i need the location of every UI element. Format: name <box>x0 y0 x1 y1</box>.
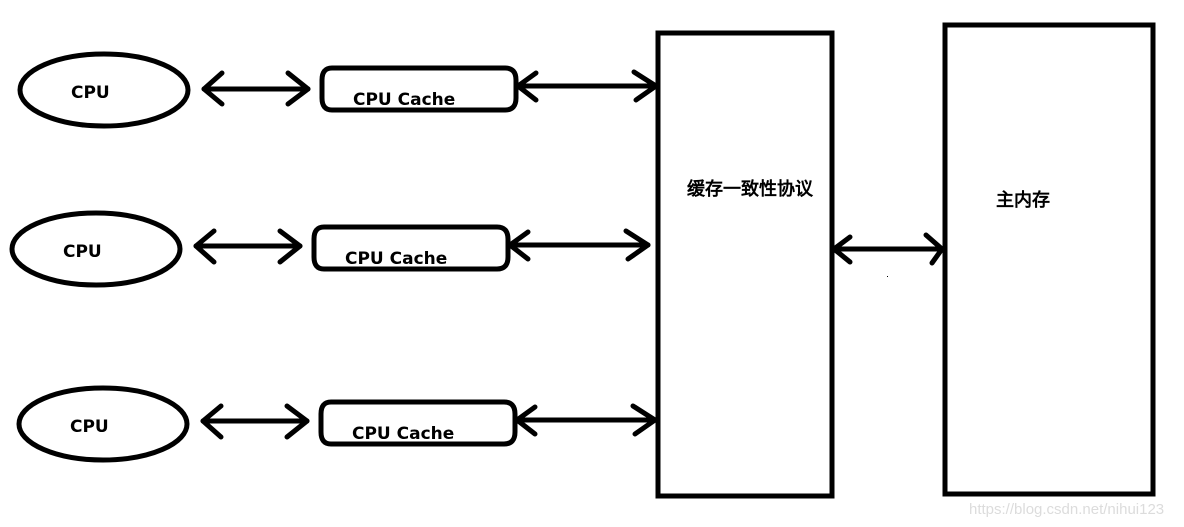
arrow-cache-coherence-1 <box>515 69 659 103</box>
arrow-cpu-cache-1 <box>201 70 311 107</box>
arrow-cache-coherence-2 <box>507 228 651 262</box>
cache-label-1: CPU Cache <box>353 90 455 110</box>
cpu-label-1: CPU <box>71 83 110 103</box>
cache-coherence-diagram: CPU CPU CPU CPU Cache CPU Cache CPU Cach… <box>9 22 1164 518</box>
arrow-cache-coherence-3 <box>514 403 658 437</box>
stray-dot <box>887 276 888 277</box>
main-memory-box <box>942 22 1156 497</box>
coherence-protocol-box <box>655 30 835 499</box>
cache-label-3: CPU Cache <box>352 424 454 444</box>
arrow-cpu-cache-2 <box>193 228 303 265</box>
cpu-label-2: CPU <box>63 242 102 262</box>
cache-label-2: CPU Cache <box>345 249 447 269</box>
arrow-cpu-cache-3 <box>200 403 310 440</box>
coherence-protocol-label: 缓存一致性协议 <box>687 178 814 200</box>
arrow-coherence-memory <box>831 232 945 266</box>
watermark: https://blog.csdn.net/nihui123 <box>969 501 1164 518</box>
main-memory-label: 主内存 <box>996 189 1050 211</box>
cpu-label-3: CPU <box>70 417 109 437</box>
